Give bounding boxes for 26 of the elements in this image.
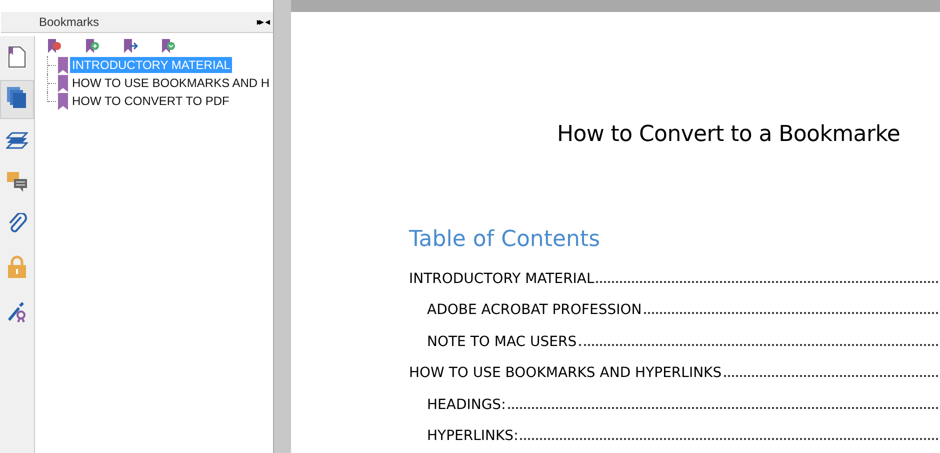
bookmark-icon — [58, 56, 68, 74]
toc-entry[interactable]: INTRODUCTORY MATERIAL — [409, 270, 594, 286]
layers-icon[interactable] — [6, 131, 28, 151]
bookmark-expand-icon[interactable] — [161, 38, 177, 54]
toc-heading: Table of Contents — [409, 227, 602, 252]
bookmark-arrow-icon[interactable] — [123, 38, 139, 54]
bookmark-icon — [58, 92, 68, 110]
pen-ribbon-icon[interactable] — [6, 299, 28, 323]
bookmark-item[interactable]: HOW TO CONVERT TO PDF — [70, 93, 232, 109]
toc-entry[interactable]: HYPERLINKS: — [427, 428, 518, 444]
document-title: How to Convert to a Bookmarke — [557, 122, 902, 147]
comments-icon[interactable] — [6, 171, 28, 193]
paperclip-icon[interactable] — [7, 213, 27, 235]
bookmark-item[interactable]: HOW TO USE BOOKMARKS AND H — [70, 75, 272, 91]
pages-icon[interactable] — [6, 86, 28, 108]
toc-entry[interactable]: HEADINGS: — [427, 396, 506, 412]
page-icon[interactable] — [7, 46, 27, 68]
panel-title: Bookmarks — [39, 15, 100, 29]
bookmark-delete-icon[interactable] — [47, 38, 63, 54]
bookmark-add-icon[interactable] — [85, 38, 101, 54]
toc-entry[interactable]: ADOBE ACROBAT PROFESSION — [427, 302, 642, 318]
toc-entry[interactable]: HOW TO USE BOOKMARKS AND HYPERLINKS — [409, 365, 722, 381]
panel-header-button[interactable]: ▸▸ — [254, 16, 263, 28]
panel-header-button[interactable]: ◂ — [262, 16, 269, 28]
toc-entry[interactable]: NOTE TO MAC USERS — [427, 334, 577, 350]
bookmark-icon — [58, 74, 68, 92]
